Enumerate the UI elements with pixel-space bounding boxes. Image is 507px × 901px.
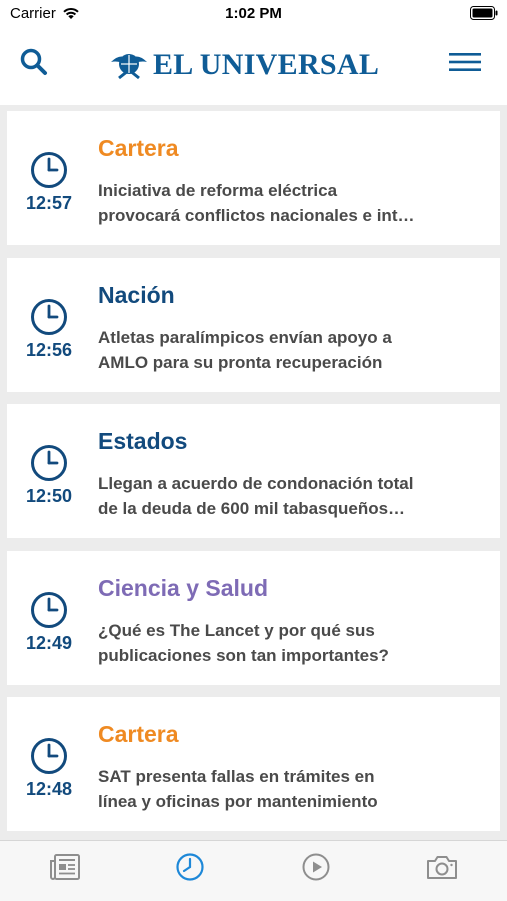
status-bar: Carrier 1:02 PM bbox=[0, 0, 507, 28]
app-header: EL UNIVERSAL bbox=[0, 28, 507, 105]
news-feed[interactable]: 12:57 Cartera Iniciativa de reforma eléc… bbox=[0, 105, 507, 840]
status-time: 1:02 PM bbox=[225, 5, 282, 22]
clock-icon bbox=[31, 738, 67, 774]
news-card[interactable]: 12:56 Nación Atletas paralímpicos envían… bbox=[7, 258, 500, 392]
camera-icon bbox=[427, 856, 457, 879]
card-section: Cartera bbox=[98, 135, 179, 161]
headline-line-1: Iniciativa de reforma eléctrica bbox=[98, 181, 338, 200]
clock-icon bbox=[31, 299, 67, 335]
card-time: 12:50 bbox=[25, 486, 73, 506]
play-icon bbox=[302, 853, 330, 881]
card-section: Cartera bbox=[98, 721, 179, 747]
headline-line-1: Atletas paralímpicos envían apoyo a bbox=[98, 328, 392, 347]
tab-news[interactable] bbox=[47, 851, 83, 883]
bottom-tab-bar bbox=[0, 840, 507, 901]
card-time: 12:49 bbox=[25, 633, 73, 653]
hamburger-menu-icon[interactable] bbox=[449, 52, 481, 72]
headline-line-1: SAT presenta fallas en trámites en bbox=[98, 767, 375, 786]
card-time: 12:57 bbox=[25, 193, 73, 213]
eagle-emblem-icon bbox=[111, 54, 147, 80]
battery-icon bbox=[470, 6, 498, 20]
card-time: 12:48 bbox=[25, 779, 73, 799]
card-headline[interactable]: SAT presenta fallas en trámites en línea… bbox=[98, 764, 483, 814]
headline-line-2: provocará conflictos nacionales e int… bbox=[98, 206, 415, 225]
headline-line-2: publicaciones son tan importantes? bbox=[98, 646, 389, 665]
headline-line-2: línea y oficinas por mantenimiento bbox=[98, 792, 378, 811]
card-section: Ciencia y Salud bbox=[98, 575, 269, 601]
logo-text: EL UNIVERSAL bbox=[153, 48, 380, 81]
el-universal-logo[interactable]: EL UNIVERSAL bbox=[109, 48, 379, 82]
news-card[interactable]: 12:48 Cartera SAT presenta fallas en trá… bbox=[7, 697, 500, 831]
clock-icon bbox=[31, 152, 67, 188]
clock-icon bbox=[31, 445, 67, 481]
news-card[interactable]: 12:50 Estados Llegan a acuerdo de condon… bbox=[7, 404, 500, 538]
tab-latest[interactable] bbox=[172, 851, 208, 883]
news-card[interactable]: 12:57 Cartera Iniciativa de reforma eléc… bbox=[7, 111, 500, 245]
card-section: Estados bbox=[98, 428, 188, 454]
card-time: 12:56 bbox=[25, 340, 73, 360]
headline-line-1: Llegan a acuerdo de condonación total bbox=[98, 474, 414, 493]
tab-video[interactable] bbox=[298, 851, 334, 883]
headline-line-1: ¿Qué es The Lancet y por qué sus bbox=[98, 621, 375, 640]
headline-line-2: AMLO para su pronta recuperación bbox=[98, 353, 383, 372]
headline-line-2: de la deuda de 600 mil tabasqueños… bbox=[98, 499, 406, 518]
card-headline[interactable]: Llegan a acuerdo de condonación total de… bbox=[98, 471, 483, 521]
clock-icon bbox=[31, 592, 67, 628]
search-icon[interactable] bbox=[20, 48, 48, 76]
card-headline[interactable]: ¿Qué es The Lancet y por qué sus publica… bbox=[98, 618, 483, 668]
news-card[interactable]: 12:49 Ciencia y Salud ¿Qué es The Lancet… bbox=[7, 551, 500, 685]
card-section: Nación bbox=[98, 282, 175, 308]
card-headline[interactable]: Iniciativa de reforma eléctrica provocar… bbox=[98, 178, 483, 228]
clock-icon bbox=[176, 853, 204, 881]
newspaper-icon bbox=[50, 854, 80, 880]
card-headline[interactable]: Atletas paralímpicos envían apoyo a AMLO… bbox=[98, 325, 483, 375]
tab-photos[interactable] bbox=[424, 851, 460, 883]
